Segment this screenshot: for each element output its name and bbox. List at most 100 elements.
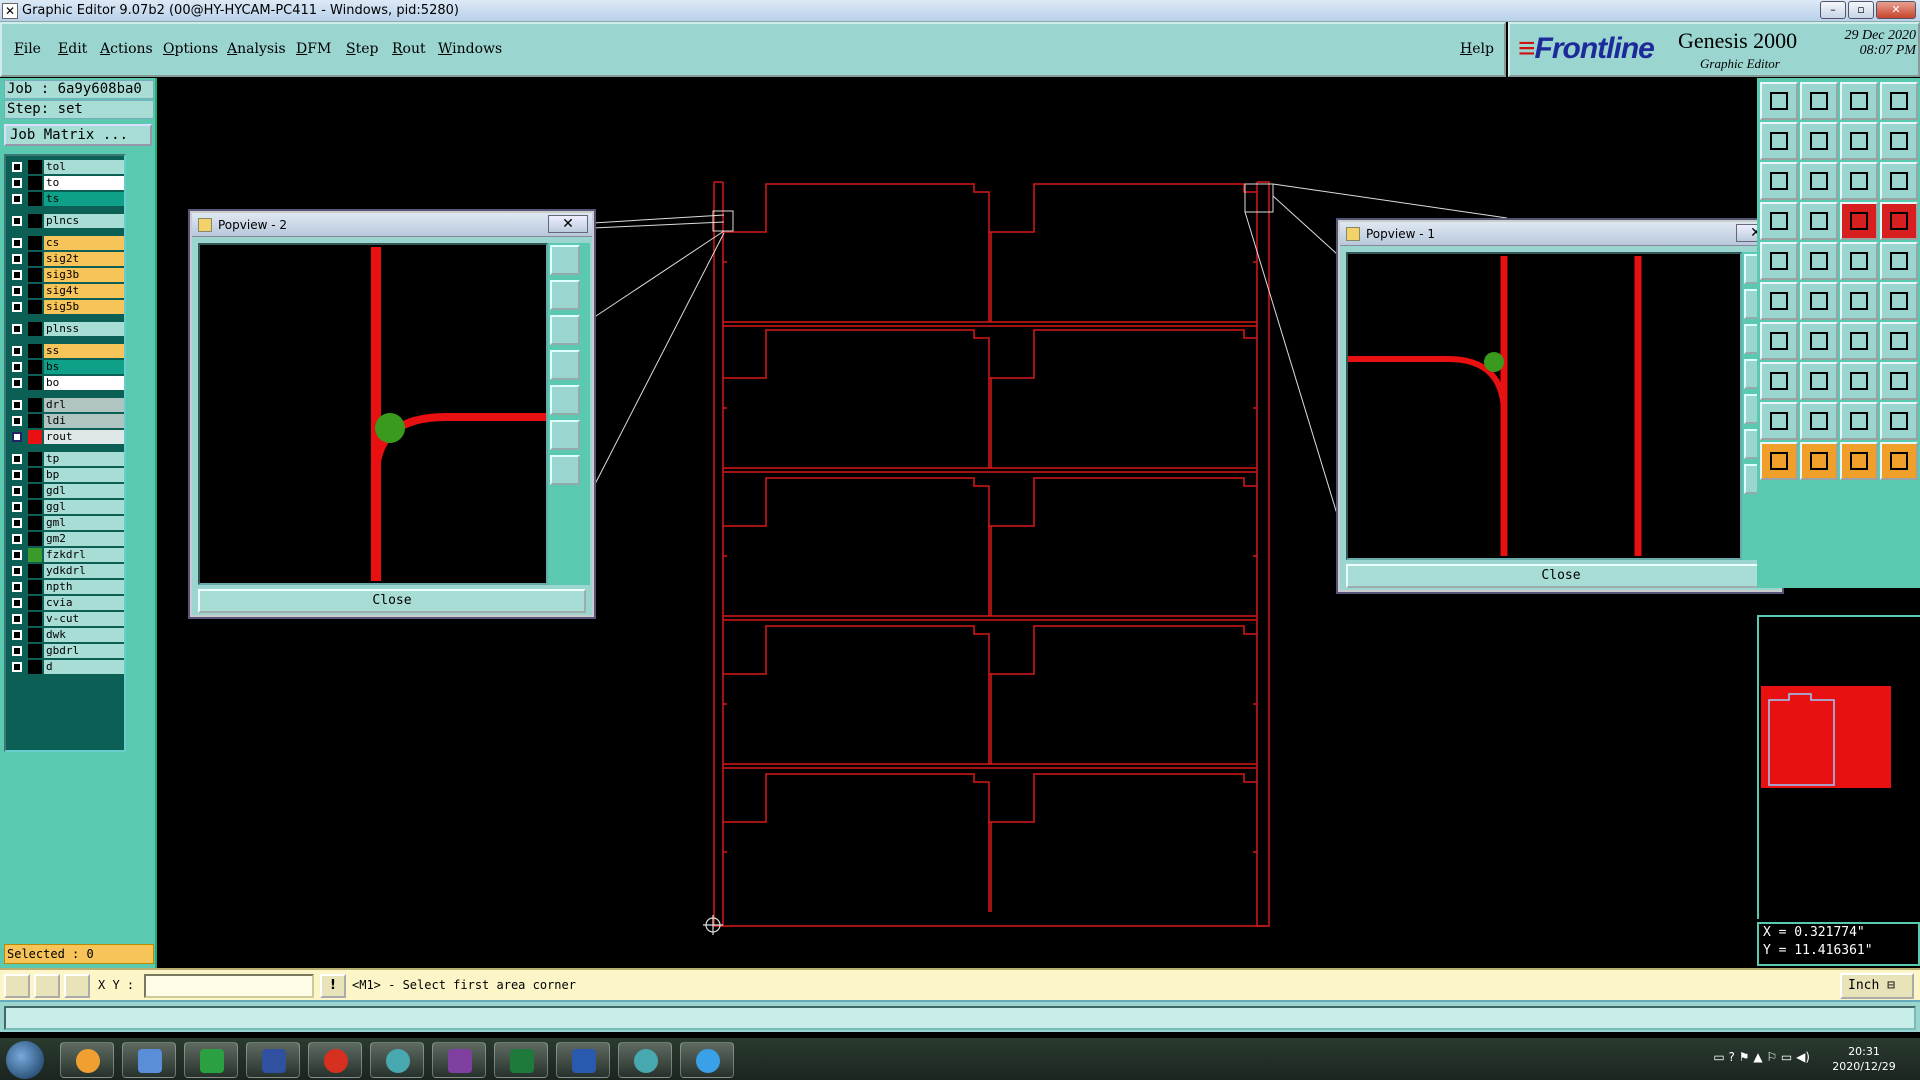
layer-color-swatch[interactable] xyxy=(28,160,42,174)
menu-options[interactable]: Options xyxy=(163,41,218,57)
close-window-button[interactable]: ✕ xyxy=(1876,1,1916,19)
layer-name[interactable]: drl xyxy=(44,398,124,412)
layer-row-ts[interactable]: ts xyxy=(8,192,126,206)
layer-row-drl[interactable]: drl xyxy=(8,398,126,412)
layer-name[interactable]: cs xyxy=(44,236,124,250)
layer-row-plncs[interactable]: plncs xyxy=(8,214,126,228)
layer-name[interactable]: tp xyxy=(44,452,124,466)
taskbar-app-word[interactable] xyxy=(556,1042,610,1078)
check-icon[interactable] xyxy=(1760,402,1798,440)
layer-checkbox[interactable] xyxy=(12,502,22,512)
layer-row-ldi[interactable]: ldi xyxy=(8,414,126,428)
layer-name[interactable]: fzkdrl xyxy=(44,548,124,562)
snap-icon[interactable] xyxy=(1760,362,1798,400)
snap-mode-icon[interactable] xyxy=(4,974,30,998)
layer-color-swatch[interactable] xyxy=(28,452,42,466)
layer-row-to[interactable]: to xyxy=(8,176,126,190)
pointer-icon[interactable] xyxy=(1800,442,1838,480)
popview-1-canvas[interactable] xyxy=(1346,252,1742,560)
layer-color-swatch[interactable] xyxy=(28,344,42,358)
scale-one-to-two-icon[interactable] xyxy=(1840,162,1878,200)
taskbar-app-eye2[interactable] xyxy=(618,1042,672,1078)
warning-icon[interactable]: ! xyxy=(320,974,346,998)
save-job-icon[interactable] xyxy=(1800,82,1838,120)
layer-color-swatch[interactable] xyxy=(28,532,42,546)
grid-mode-icon[interactable] xyxy=(64,974,90,998)
layer-checkbox[interactable] xyxy=(12,286,22,296)
layer-row-fzkdrl[interactable]: fzkdrl xyxy=(8,548,126,562)
menu-actions[interactable]: Actions xyxy=(100,41,153,57)
window-titlebar[interactable]: ✕ Graphic Editor 9.07b2 (00@HY-HYCAM-PC4… xyxy=(0,0,1920,22)
popview-zoom-in-icon[interactable] xyxy=(550,455,580,485)
layer-color-swatch[interactable] xyxy=(28,376,42,390)
taskbar-app-bird[interactable] xyxy=(680,1042,734,1078)
cross-icon[interactable] xyxy=(1800,282,1838,320)
layer-name[interactable]: gml xyxy=(44,516,124,530)
layer-color-swatch[interactable] xyxy=(28,484,42,498)
layer-row-ydkdrl[interactable]: ydkdrl xyxy=(8,564,126,578)
layer-row-v-cut[interactable]: v-cut xyxy=(8,612,126,626)
layer-row-npth[interactable]: npth xyxy=(8,580,126,594)
layer-name[interactable]: rout xyxy=(44,430,124,444)
select-icon[interactable] xyxy=(1760,242,1798,280)
popview-1-close-button[interactable]: Close xyxy=(1346,564,1776,588)
layer-checkbox[interactable] xyxy=(12,550,22,560)
layer-row-tp[interactable]: tp xyxy=(8,452,126,466)
taskbar-app-red[interactable] xyxy=(308,1042,362,1078)
layer-row-gdl[interactable]: gdl xyxy=(8,484,126,498)
popview-2-x-button[interactable]: ✕ xyxy=(548,215,588,233)
layer-color-swatch[interactable] xyxy=(28,644,42,658)
layer-color-swatch[interactable] xyxy=(28,628,42,642)
link-icon[interactable] xyxy=(1880,282,1918,320)
layer-row-d[interactable]: d xyxy=(8,660,126,674)
layer-row-bo[interactable]: bo xyxy=(8,376,126,390)
layer-name[interactable]: npth xyxy=(44,580,124,594)
layer-row-sig2t[interactable]: sig2t xyxy=(8,252,126,266)
layer-color-swatch[interactable] xyxy=(28,176,42,190)
overview-map[interactable] xyxy=(1757,615,1920,919)
layer-checkbox[interactable] xyxy=(12,630,22,640)
layer-checkbox[interactable] xyxy=(12,302,22,312)
layer-name[interactable]: sig4t xyxy=(44,284,124,298)
layer-checkbox[interactable] xyxy=(12,432,22,442)
layer-color-swatch[interactable] xyxy=(28,360,42,374)
layer-row-rout[interactable]: rout xyxy=(8,430,126,444)
pointer-alt-icon[interactable] xyxy=(1840,442,1878,480)
edit-icon[interactable] xyxy=(1760,322,1798,360)
layer-row-gm2[interactable]: gm2 xyxy=(8,532,126,546)
layer-row-sig5b[interactable]: sig5b xyxy=(8,300,126,314)
menu-dfm[interactable]: DFM xyxy=(296,41,331,57)
copy-icon[interactable] xyxy=(1880,362,1918,400)
taskbar-clock[interactable]: 20:31 2020/12/29 xyxy=(1824,1044,1904,1074)
layer-name[interactable]: ldi xyxy=(44,414,124,428)
layer-color-swatch[interactable] xyxy=(28,612,42,626)
layer-row-cvia[interactable]: cvia xyxy=(8,596,126,610)
layer-name[interactable]: dwk xyxy=(44,628,124,642)
layer-checkbox[interactable] xyxy=(12,194,22,204)
grid-icon[interactable] xyxy=(1800,202,1838,240)
layer-checkbox[interactable] xyxy=(12,470,22,480)
sheet-icon[interactable] xyxy=(1880,122,1918,160)
layer-checkbox[interactable] xyxy=(12,662,22,672)
layer-name[interactable]: to xyxy=(44,176,124,190)
layer-checkbox[interactable] xyxy=(12,178,22,188)
popview-1-window[interactable]: Popview - 1 ✕ Close xyxy=(1338,220,1782,592)
popview-pan-down-icon[interactable] xyxy=(550,315,580,345)
layer-color-swatch[interactable] xyxy=(28,284,42,298)
layer-name[interactable]: ggl xyxy=(44,500,124,514)
layer-row-dwk[interactable]: dwk xyxy=(8,628,126,642)
menu-rout[interactable]: Rout xyxy=(392,41,426,57)
help-icon[interactable] xyxy=(1880,162,1918,200)
unit-selector[interactable]: Inch ⊟ xyxy=(1840,973,1914,999)
flag-icon[interactable] xyxy=(1760,442,1798,480)
layer-row-gml[interactable]: gml xyxy=(8,516,126,530)
line-icon[interactable] xyxy=(1800,322,1838,360)
layer-row-bs[interactable]: bs xyxy=(8,360,126,374)
popview-2-window[interactable]: Popview - 2 ✕ Close xyxy=(190,211,594,617)
menu-analysis[interactable]: Analysis xyxy=(227,41,286,57)
layer-row-ss[interactable]: ss xyxy=(8,344,126,358)
minus-icon[interactable] xyxy=(1800,362,1838,400)
layer-checkbox[interactable] xyxy=(12,254,22,264)
maximize-button[interactable]: ▫ xyxy=(1848,1,1874,19)
zoom-fit-icon[interactable] xyxy=(1760,162,1798,200)
